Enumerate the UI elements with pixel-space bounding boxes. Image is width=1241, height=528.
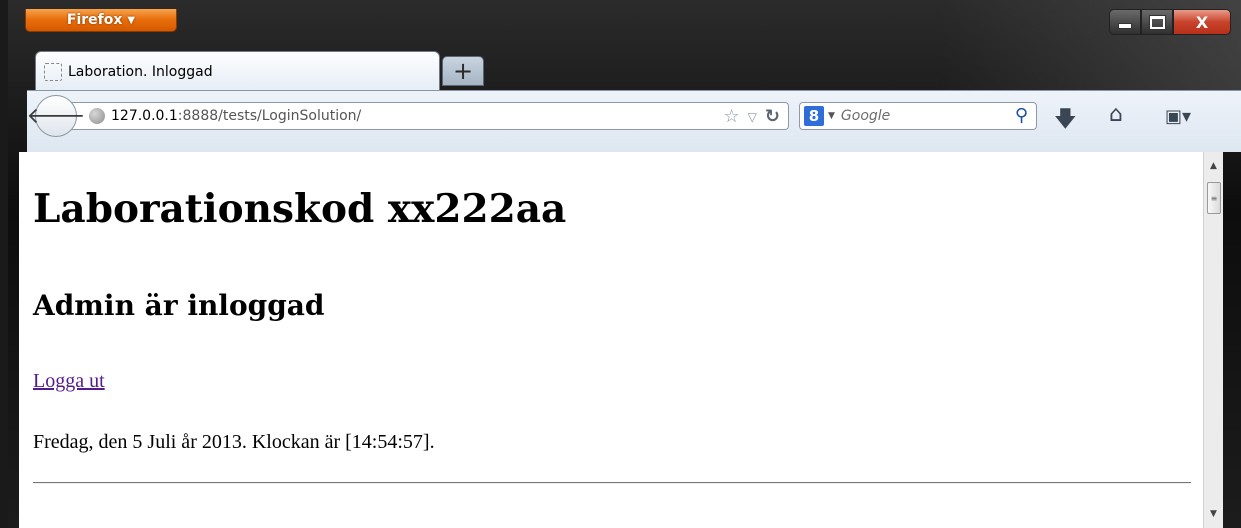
close-button[interactable]: X <box>1173 9 1231 35</box>
scroll-thumb[interactable]: ≡ <box>1207 182 1221 214</box>
logout-link[interactable]: Logga ut <box>33 370 105 393</box>
search-placeholder: Google <box>840 108 891 124</box>
back-button[interactable]: 🡐 <box>27 95 86 137</box>
minimize-button[interactable] <box>1109 9 1141 35</box>
bookmark-star-icon[interactable]: ☆ <box>724 106 740 127</box>
window-controls: X <box>1109 9 1231 35</box>
scroll-down-icon[interactable]: ▼ <box>1204 504 1223 524</box>
maximize-button[interactable] <box>1141 9 1173 35</box>
chevron-down-icon: ▼ <box>127 14 136 26</box>
plus-icon: + <box>452 57 474 85</box>
url-path: :8888/tests/LoginSolution/ <box>177 108 362 124</box>
page-title: Laborationskod xx222aa <box>33 186 567 232</box>
search-engine-dropdown-icon[interactable]: ▼ <box>828 111 835 121</box>
vertical-scrollbar[interactable]: ▲ ≡ ▼ <box>1203 152 1223 528</box>
firefox-menu-label: Firefox <box>66 12 123 28</box>
home-icon[interactable]: ⌂ <box>1109 102 1123 127</box>
url-host: 127.0.0.1 <box>111 108 178 124</box>
reload-icon[interactable]: ↻ <box>765 106 780 127</box>
search-engine-icon[interactable]: 8 <box>804 106 824 126</box>
minimize-icon <box>1118 23 1132 29</box>
tab-title: Laboration. Inloggad <box>68 63 213 80</box>
horizontal-rule <box>33 482 1191 484</box>
url-actions: ☆ ▽ ↻ <box>724 106 780 127</box>
globe-icon <box>89 108 105 124</box>
login-status-heading: Admin är inloggad <box>33 289 325 322</box>
address-bar[interactable]: 127.0.0.1:8888/tests/LoginSolution/ ☆ ▽ … <box>67 102 789 130</box>
date-time-text: Fredag, den 5 Juli år 2013. Klockan är [… <box>33 431 435 453</box>
firefox-menu-button[interactable]: Firefox ▼ <box>25 9 177 32</box>
tab-active[interactable]: Laboration. Inloggad <box>35 51 440 91</box>
page-content: Laborationskod xx222aa Admin är inloggad… <box>19 152 1222 528</box>
bookmarks-menu-icon[interactable]: ▣▾ <box>1165 106 1191 127</box>
history-dropdown-icon[interactable]: ▽ <box>748 110 757 124</box>
search-magnifier-icon[interactable]: ⚲ <box>1015 105 1028 126</box>
new-tab-button[interactable]: + <box>442 56 484 86</box>
maximize-icon <box>1148 14 1166 30</box>
favicon-placeholder-icon <box>44 62 62 81</box>
back-arrow-icon: 🡐 <box>26 104 86 129</box>
scroll-up-icon[interactable]: ▲ <box>1204 156 1223 176</box>
url-text: 127.0.0.1:8888/tests/LoginSolution/ <box>111 108 361 124</box>
search-bar[interactable]: 8 ▼ Google ⚲ <box>799 102 1037 130</box>
close-icon: X <box>1195 12 1209 32</box>
navigation-toolbar: 127.0.0.1:8888/tests/LoginSolution/ ☆ ▽ … <box>27 90 1241 152</box>
downloads-icon[interactable]: 🡇 <box>1054 102 1077 140</box>
